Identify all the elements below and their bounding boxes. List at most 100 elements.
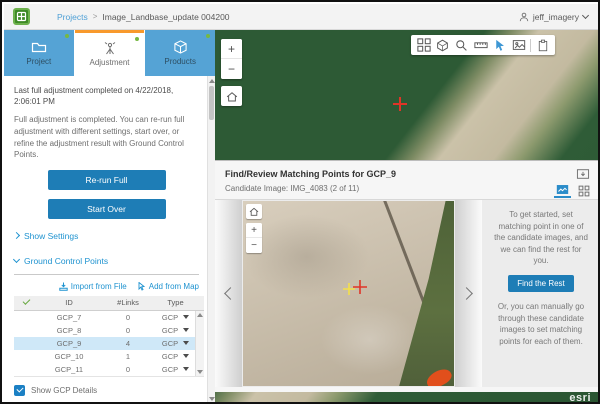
show-gcp-details-checkbox[interactable] xyxy=(14,385,25,396)
gcp-table: ID #Links Type GCP_70GCPGCP_80GCPGCP_94G… xyxy=(14,296,204,377)
get-started-text: To get started, set matching point in on… xyxy=(492,209,590,267)
person-icon xyxy=(519,12,529,22)
import-from-file-link[interactable]: Import from File xyxy=(59,282,127,291)
home-icon xyxy=(226,91,238,102)
basemap-icon[interactable] xyxy=(433,35,452,55)
gcp-id-cell: GCP_11 xyxy=(38,365,100,374)
add-from-map-link[interactable]: Add from Map xyxy=(137,282,199,291)
last-adjustment-status: Last full adjustment completed on 4/22/2… xyxy=(14,85,199,107)
measure-icon[interactable] xyxy=(471,35,490,55)
panel-scrollbar[interactable] xyxy=(207,76,215,404)
collapse-panel-icon[interactable] xyxy=(576,167,592,180)
next-image-button[interactable] xyxy=(455,200,482,387)
esri-logo-icon xyxy=(13,8,30,25)
gcp-table-row[interactable]: GCP_110GCP xyxy=(14,363,204,376)
gcp-links-cell: 0 xyxy=(100,313,156,322)
gcp-links-cell: 0 xyxy=(100,326,156,335)
find-review-panel: Find/Review Matching Points for GCP_9 Ca… xyxy=(215,160,600,392)
status-dot xyxy=(135,37,139,41)
divider xyxy=(14,274,199,275)
grid-view-icon[interactable] xyxy=(575,183,592,198)
scrollbar-thumb[interactable] xyxy=(209,86,214,120)
gcp-type-dropdown[interactable]: GCP xyxy=(156,339,195,348)
gcp-actions: Import from File Add from Map xyxy=(14,282,199,291)
breadcrumb-projects-link[interactable]: Projects xyxy=(57,12,88,22)
cube-icon xyxy=(173,40,188,54)
col-id: ID xyxy=(38,298,100,307)
gcp-table-row[interactable]: GCP_94 GCP xyxy=(14,337,204,350)
zoom-out-button[interactable]: − xyxy=(246,238,262,253)
user-name: jeff_imagery xyxy=(533,12,579,22)
chevron-right-icon xyxy=(13,232,20,239)
rerun-full-button[interactable]: Re-run Full xyxy=(48,170,166,190)
gcp-links-cell: 4 xyxy=(100,339,156,348)
user-menu[interactable]: jeff_imagery xyxy=(519,12,588,22)
gcp-links-cell: 1 xyxy=(100,352,156,361)
adjustment-icon xyxy=(102,42,118,55)
zoom-in-button[interactable]: + xyxy=(221,39,242,59)
dropdown-caret-icon xyxy=(183,341,189,345)
table-scrollbar[interactable] xyxy=(195,311,204,376)
tab-adjustment[interactable]: Adjustment xyxy=(75,30,145,76)
gcp-type-value: GCP xyxy=(162,313,178,322)
tab-label: Project xyxy=(26,57,51,66)
gcp-marker-red-cross-icon xyxy=(392,96,408,112)
breadcrumb-project-name: Image_Landbase_update 004200 xyxy=(102,12,229,22)
dropdown-caret-icon xyxy=(183,315,189,319)
gcp-type-value: GCP xyxy=(162,339,178,348)
gcp-type-dropdown[interactable]: GCP xyxy=(156,365,195,374)
zoom-out-button[interactable]: − xyxy=(221,59,242,79)
map-zoom-control: + − xyxy=(221,39,242,79)
gcp-section-label: Ground Control Points xyxy=(24,256,108,266)
gcp-links-cell: 0 xyxy=(100,365,156,374)
dropdown-caret-icon xyxy=(183,328,189,332)
select-images-icon[interactable] xyxy=(490,35,509,55)
adjustment-description: Full adjustment is completed. You can re… xyxy=(14,114,199,160)
show-gcp-details-row: Show GCP Details xyxy=(14,385,199,396)
gcp-type-value: GCP xyxy=(162,326,178,335)
gcp-id-cell: GCP_9 xyxy=(38,339,100,348)
breadcrumb-separator: > xyxy=(93,12,98,21)
view-toggles xyxy=(554,183,592,198)
gcp-type-dropdown[interactable]: GCP xyxy=(156,313,195,322)
candidate-image[interactable] xyxy=(243,201,454,386)
gcp-id-cell: GCP_7 xyxy=(38,313,100,322)
home-extent-button[interactable] xyxy=(221,86,242,106)
show-gcp-details-label: Show GCP Details xyxy=(31,386,97,395)
scroll-up-icon[interactable] xyxy=(197,313,203,317)
image-home-button[interactable] xyxy=(246,204,262,219)
thumbnails-icon[interactable] xyxy=(414,35,433,55)
show-settings-toggle[interactable]: Show Settings xyxy=(14,231,199,241)
start-over-button[interactable]: Start Over xyxy=(48,199,166,219)
esri-watermark: esri xyxy=(569,392,591,404)
scroll-down-icon[interactable] xyxy=(197,370,203,374)
show-settings-label: Show Settings xyxy=(24,231,78,241)
breadcrumb: Projects > Image_Landbase_update 004200 xyxy=(57,12,230,22)
image-enhance-icon[interactable] xyxy=(509,35,528,55)
gcp-table-row[interactable]: GCP_80GCP xyxy=(14,324,204,337)
app-window: Projects > Image_Landbase_update 004200 … xyxy=(0,0,600,404)
candidate-image-label: Candidate Image: IMG_4083 (2 of 11) xyxy=(215,179,600,199)
tab-products[interactable]: Products xyxy=(145,30,215,76)
gcp-type-value: GCP xyxy=(162,352,178,361)
search-icon[interactable] xyxy=(452,35,471,55)
gcp-type-dropdown[interactable]: GCP xyxy=(156,326,195,335)
dropdown-caret-icon xyxy=(183,354,189,358)
gcp-type-dropdown[interactable]: GCP xyxy=(156,352,195,361)
gcp-table-row[interactable]: GCP_70 GCP xyxy=(14,311,204,324)
chevron-left-icon xyxy=(224,287,237,300)
zoom-in-button[interactable]: + xyxy=(246,223,262,238)
map-toolbar xyxy=(411,35,555,55)
gcp-table-row[interactable]: GCP_101 GCP xyxy=(14,350,204,363)
col-links: #Links xyxy=(100,298,156,307)
single-view-icon[interactable] xyxy=(554,183,571,198)
clipboard-icon[interactable] xyxy=(533,35,552,55)
tab-project[interactable]: Project xyxy=(4,30,74,76)
gcp-section-toggle[interactable]: Ground Control Points xyxy=(14,256,199,266)
find-the-rest-button[interactable]: Find the Rest xyxy=(508,275,574,292)
add-from-map-label: Add from Map xyxy=(149,282,199,291)
panel-tabs: Project Adjustment Products xyxy=(4,30,215,76)
map-cursor-icon xyxy=(137,282,146,291)
gcp-id-cell: GCP_10 xyxy=(38,352,100,361)
previous-image-button[interactable] xyxy=(215,200,242,387)
